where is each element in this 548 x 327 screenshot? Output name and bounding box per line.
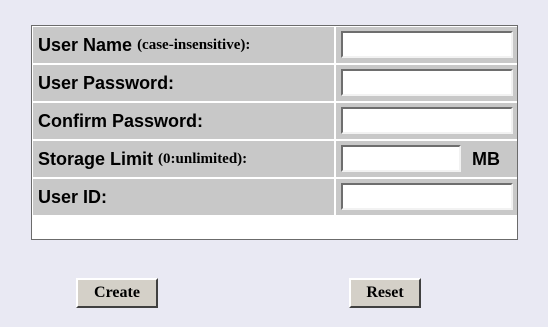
storage-limit-label: Storage Limit <box>38 148 154 169</box>
user-id-input[interactable] <box>341 183 513 210</box>
user-id-value-cell <box>336 179 517 215</box>
user-name-hint: (case-insensitive): <box>137 36 251 53</box>
confirm-password-label-cell: Confirm Password: <box>33 103 336 139</box>
confirm-password-label: Confirm Password: <box>38 110 204 131</box>
reset-button[interactable]: Reset <box>349 278 421 308</box>
storage-limit-input[interactable] <box>341 145 461 172</box>
user-form-table: User Name (case-insensitive): User Passw… <box>31 25 518 240</box>
storage-unit-label: MB <box>472 149 500 169</box>
user-name-value-cell <box>336 27 517 63</box>
create-button[interactable]: Create <box>76 278 158 308</box>
user-password-value-cell <box>336 65 517 101</box>
user-password-input[interactable] <box>341 69 513 96</box>
user-name-label-cell: User Name (case-insensitive): <box>33 27 336 63</box>
user-name-input[interactable] <box>341 31 513 58</box>
user-id-label: User ID: <box>38 186 108 207</box>
confirm-password-input[interactable] <box>341 107 513 134</box>
confirm-password-value-cell <box>336 103 517 139</box>
storage-limit-label-cell: Storage Limit (0:unlimited): <box>33 141 336 177</box>
user-name-label: User Name <box>38 34 133 55</box>
user-password-label: User Password: <box>38 72 175 93</box>
user-id-label-cell: User ID: <box>33 179 336 215</box>
storage-limit-hint: (0:unlimited): <box>158 150 248 167</box>
storage-limit-value-cell: MB <box>336 141 517 177</box>
user-password-label-cell: User Password: <box>33 65 336 101</box>
